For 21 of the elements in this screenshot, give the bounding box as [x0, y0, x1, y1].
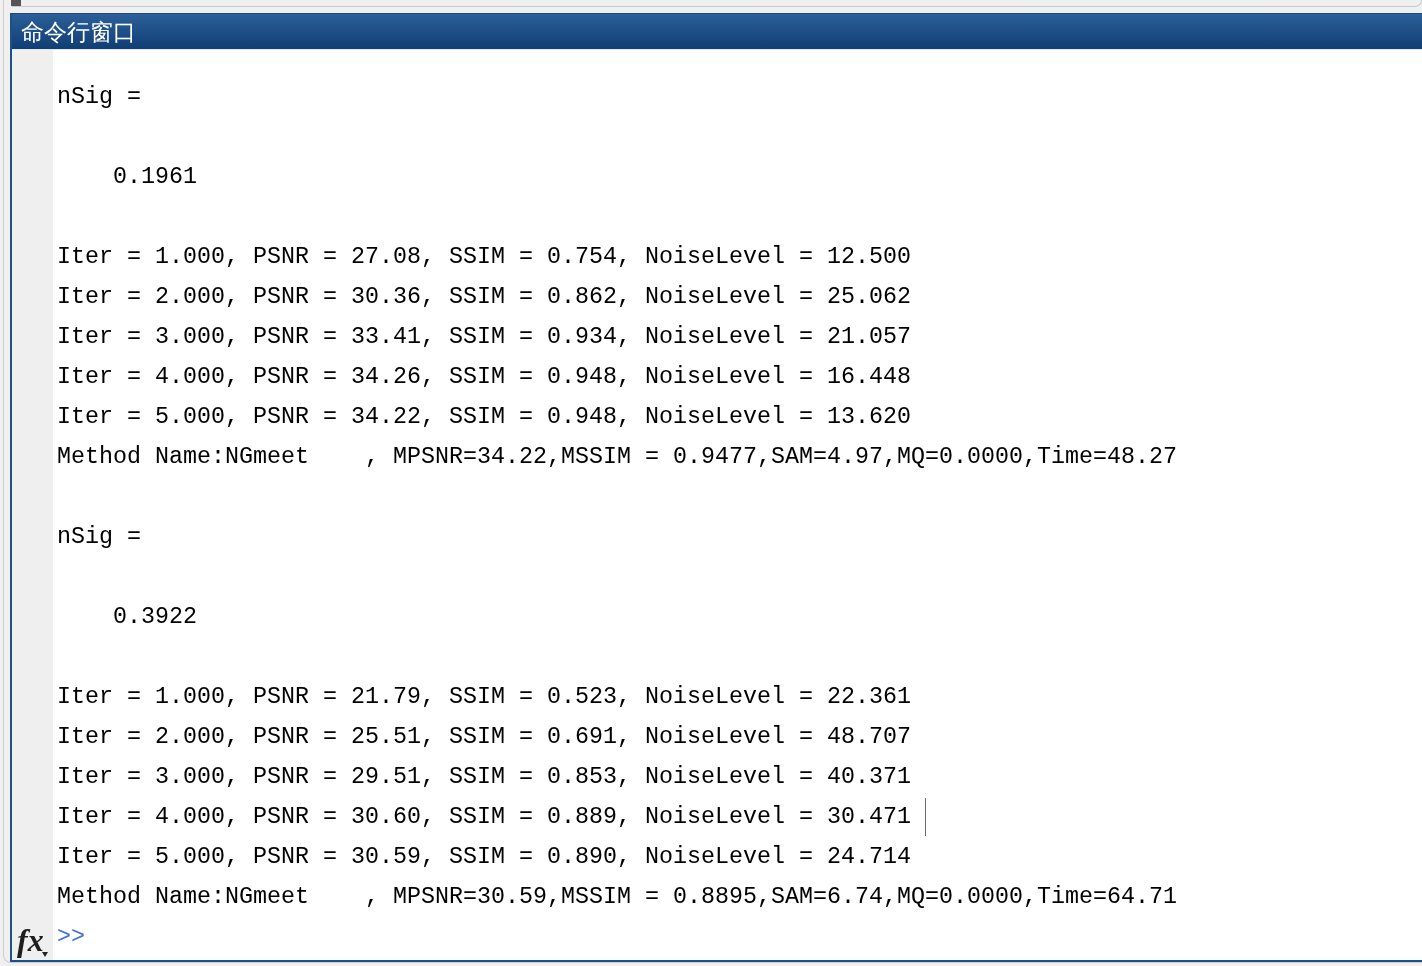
command-prompt: >>: [57, 923, 85, 951]
output-line: nSig =: [57, 523, 141, 551]
handle-icon: [11, 0, 21, 6]
output-line: Method Name:NGmeet , MPSNR=34.22,MSSIM = 0.9477,SAM=4.97,MQ=0.0000,Time=48.27: [57, 443, 1177, 471]
output-line: Method Name:NGmeet , MPSNR=30.59,MSSIM = 0.8895,SAM=6.74,MQ=0.0000,Time=64.71: [57, 883, 1177, 911]
output-line: Iter = 1.000, PSNR = 27.08, SSIM = 0.754, NoiseLevel = 12.500: [57, 243, 911, 271]
function-browser-button[interactable]: fx: [12, 920, 48, 958]
caret-icon: [41, 952, 48, 957]
output-line: Iter = 5.000, PSNR = 30.59, SSIM = 0.890, NoiseLevel = 24.714: [57, 843, 911, 871]
output-line: Iter = 3.000, PSNR = 33.41, SSIM = 0.934, NoiseLevel = 21.057: [57, 323, 911, 351]
window-title: 命令行窗口: [21, 17, 136, 46]
output-line: Iter = 4.000, PSNR = 34.26, SSIM = 0.948, NoiseLevel = 16.448: [57, 363, 911, 391]
output-line: Iter = 5.000, PSNR = 34.22, SSIM = 0.948, NoiseLevel = 13.620: [57, 403, 911, 431]
output-line: 0.1961: [113, 163, 197, 191]
output-line: Iter = 2.000, PSNR = 25.51, SSIM = 0.691, NoiseLevel = 48.707: [57, 723, 911, 751]
output-line: nSig =: [57, 83, 141, 111]
output-line: Iter = 4.000, PSNR = 30.60, SSIM = 0.889, NoiseLevel = 30.471: [57, 803, 911, 831]
output-line: Iter = 2.000, PSNR = 30.36, SSIM = 0.862, NoiseLevel = 25.062: [57, 283, 911, 311]
output-line: Iter = 1.000, PSNR = 21.79, SSIM = 0.523, NoiseLevel = 22.361: [57, 683, 911, 711]
output-line: Iter = 3.000, PSNR = 29.51, SSIM = 0.853, NoiseLevel = 40.371: [57, 763, 911, 791]
output-line: 0.3922: [113, 603, 197, 631]
